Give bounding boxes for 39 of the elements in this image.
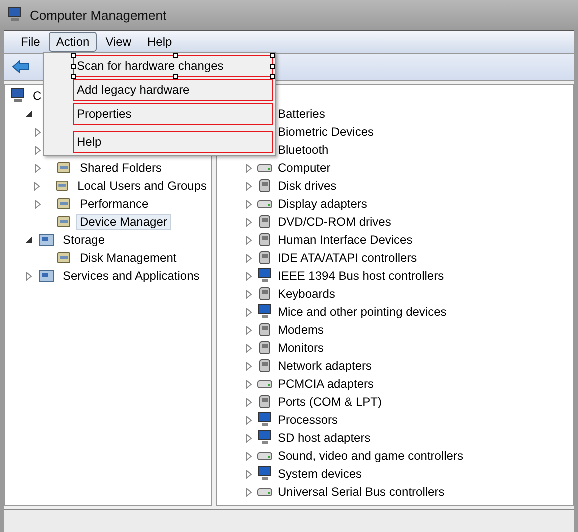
menu-item[interactable]: Add legacy hardware <box>73 79 273 101</box>
device-category[interactable]: Computer <box>278 161 331 175</box>
menu-item[interactable]: Properties <box>73 103 273 125</box>
device-category[interactable]: IEEE 1394 Bus host controllers <box>278 269 444 283</box>
device-category[interactable]: Monitors <box>278 341 324 355</box>
device-category[interactable]: Display adapters <box>278 197 368 211</box>
device-category[interactable]: Sound, video and game controllers <box>278 449 464 463</box>
tree-item[interactable]: Local Users and Groups <box>74 178 211 194</box>
device-category[interactable]: Universal Serial Bus controllers <box>278 485 445 499</box>
device-category[interactable]: DVD/CD-ROM drives <box>278 215 392 229</box>
device-category[interactable]: Human Interface Devices <box>278 233 413 247</box>
tree-item[interactable]: Services and Applications <box>59 268 204 284</box>
device-category[interactable]: Keyboards <box>278 287 336 301</box>
tree-item[interactable]: Shared Folders <box>76 160 166 176</box>
device-category[interactable]: Batteries <box>278 107 326 121</box>
device-category[interactable]: Processors <box>278 413 338 427</box>
menu-item[interactable]: File <box>14 32 48 52</box>
device-category[interactable]: Biometric Devices <box>278 125 374 139</box>
menu-item[interactable]: Help <box>140 32 180 52</box>
window-title: Computer Management <box>30 8 167 22</box>
tree-item[interactable]: Device Manager <box>76 214 172 230</box>
menu-item[interactable]: Help <box>73 131 273 153</box>
device-category[interactable]: Bluetooth <box>278 143 329 157</box>
menu-item[interactable]: Scan for hardware changes <box>73 55 273 77</box>
device-category[interactable]: Ports (COM & LPT) <box>278 395 382 409</box>
tree-item[interactable]: Performance <box>76 196 153 212</box>
device-category[interactable]: Disk drives <box>278 179 337 193</box>
tree-item[interactable]: C <box>29 88 46 104</box>
device-category[interactable]: Mice and other pointing devices <box>278 305 447 319</box>
device-category[interactable]: Network adapters <box>278 359 372 373</box>
tree-item[interactable]: Disk Management <box>76 250 181 266</box>
menu-item[interactable]: View <box>98 32 138 52</box>
device-category[interactable]: Modems <box>278 323 324 337</box>
device-category[interactable]: PCMCIA adapters <box>278 377 374 391</box>
device-category[interactable]: IDE ATA/ATAPI controllers <box>278 251 418 265</box>
device-category[interactable]: System devices <box>278 467 362 481</box>
tree-item[interactable]: Storage <box>59 232 110 248</box>
menu-item[interactable]: Action <box>49 32 97 52</box>
device-category[interactable]: SD host adapters <box>278 431 371 445</box>
